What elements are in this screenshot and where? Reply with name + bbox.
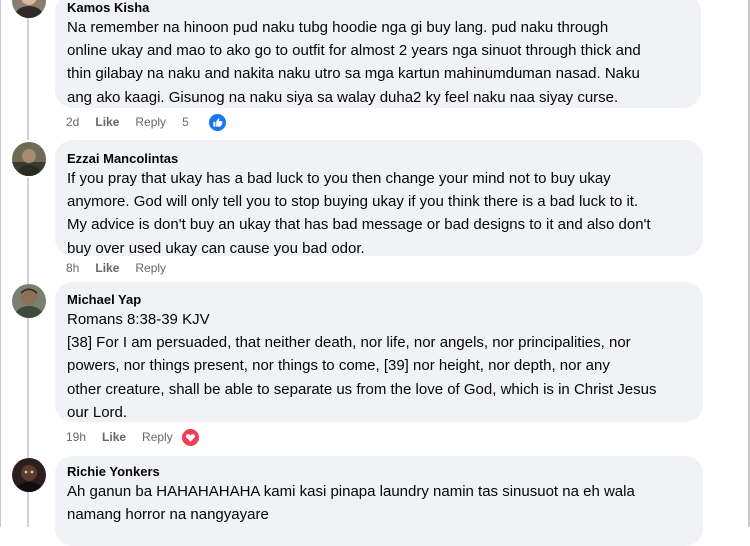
comment-text-line: powers, nor things present, nor things t… <box>67 357 610 375</box>
thread-line <box>27 318 29 458</box>
like-button[interactable]: Like <box>95 115 119 129</box>
comment-author[interactable]: Richie Yonkers <box>67 464 691 480</box>
reply-button[interactable]: Reply <box>142 430 173 444</box>
comment-text-line: ang ako kaagi. Gisunog na naku siya sa w… <box>67 88 619 106</box>
comment-bubble: Kamos Kisha Na remember na hinoon pud na… <box>55 0 701 108</box>
comment-timestamp[interactable]: 2d <box>66 115 79 129</box>
comment-timestamp[interactable]: 19h <box>66 430 86 444</box>
comment-text-line: anymore. God will only tell you to stop … <box>67 193 639 211</box>
like-thumb-icon <box>207 112 227 132</box>
reply-button[interactable]: Reply <box>135 115 166 129</box>
thread-line <box>27 18 29 140</box>
comment-text-line: If you pray that ukay has a bad luck to … <box>67 170 611 187</box>
like-button[interactable]: Like <box>95 261 119 275</box>
comment-author[interactable]: Michael Yap <box>67 292 691 308</box>
comment-text-line: Ah ganun ba HAHAHAHAHA kami kasi pinapa … <box>67 483 635 500</box>
love-heart-icon[interactable] <box>180 427 200 447</box>
comment-text-line: [38] For I am persuaded, that neither de… <box>67 334 631 352</box>
comment-bubble: Richie Yonkers Ah ganun ba HAHAHAHAHA ka… <box>55 456 703 546</box>
comment-text-line: namang horror na nangyayare <box>67 506 269 524</box>
comment-text-line: online ukay and mao to ako go to outfit … <box>67 42 641 60</box>
comment-text-line: other creature, shall be able to separat… <box>67 380 657 398</box>
avatar[interactable] <box>12 284 46 318</box>
reaction-summary[interactable]: 5 <box>182 112 243 132</box>
like-button[interactable]: Like <box>102 430 126 444</box>
comment-text-line: Na remember na hinoon pud naku tubg hood… <box>67 19 609 36</box>
comment-bubble: Ezzai Mancolintas If you pray that ukay … <box>55 140 703 257</box>
thread-line <box>27 492 29 527</box>
comment-text-line: My advice is don't buy an ukay that has … <box>67 216 651 234</box>
avatar[interactable] <box>12 458 46 492</box>
comment-actions: 19h Like Reply <box>66 427 216 447</box>
window-border-left <box>0 0 1 527</box>
avatar[interactable] <box>12 142 46 176</box>
comment-text-line: Romans 8:38-39 KJV <box>67 311 210 328</box>
comment-actions: 8h Like Reply <box>66 259 182 277</box>
reaction-count: 5 <box>182 115 189 129</box>
avatar[interactable] <box>12 0 46 18</box>
comment-bubble: Michael Yap Romans 8:38-39 KJV [38] For … <box>55 282 703 422</box>
comment-author[interactable]: Ezzai Mancolintas <box>67 151 691 167</box>
comment-author[interactable]: Kamos Kisha <box>67 0 689 16</box>
reply-button[interactable]: Reply <box>135 261 166 275</box>
comment-text-line: buy over used ukay can cause you bad odo… <box>67 239 365 257</box>
comment-text-line: thin gilabay na naku and nakita naku utr… <box>67 65 640 83</box>
comment-timestamp[interactable]: 8h <box>66 261 79 275</box>
comment-text-line: our Lord. <box>67 403 128 421</box>
thread-line <box>27 178 29 284</box>
comment-actions: 2d Like Reply 5 <box>66 112 243 132</box>
